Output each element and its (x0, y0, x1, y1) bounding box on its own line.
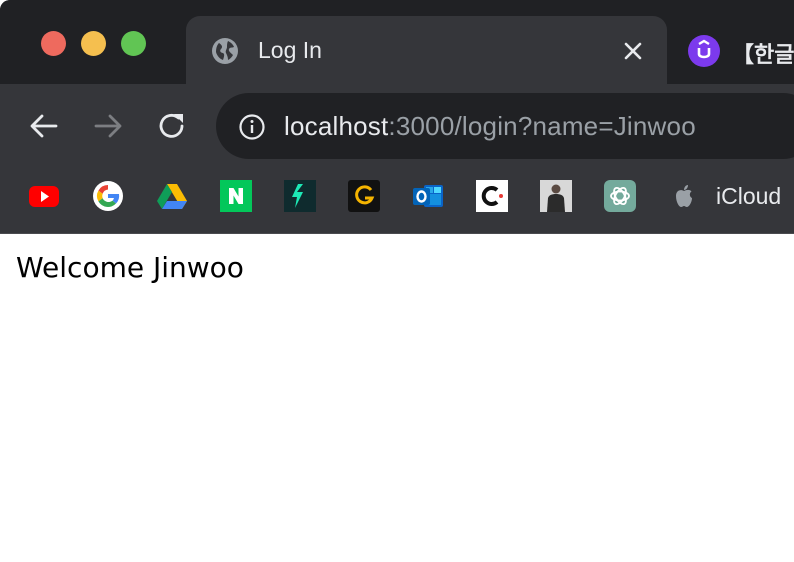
tab-title: Log In (258, 37, 322, 63)
close-tab-icon[interactable] (620, 38, 646, 64)
outlook-icon[interactable] (412, 180, 444, 212)
reload-icon[interactable] (152, 106, 192, 146)
google-icon[interactable] (92, 180, 124, 212)
c-app-icon[interactable] (476, 180, 508, 212)
tab-login[interactable]: Log In (186, 16, 667, 84)
tab-title: 【한글자 (732, 42, 794, 67)
tab-udemy[interactable]: 【한글자 (672, 16, 794, 84)
tab-strip: Log In 【한글자 (0, 0, 794, 84)
profile-photo-icon[interactable] (540, 180, 572, 212)
udemy-icon (688, 35, 720, 67)
forward-arrow-icon[interactable] (88, 106, 128, 146)
g-app-icon[interactable] (348, 180, 380, 212)
welcome-heading: Welcome Jinwoo (16, 251, 244, 284)
url-text[interactable]: localhost:3000/login?name=Jinwoo (284, 111, 696, 142)
window-close-button[interactable] (41, 31, 66, 56)
youtube-icon[interactable] (28, 180, 60, 212)
back-arrow-icon[interactable] (24, 106, 64, 146)
browser-chrome: Log In 【한글자 (0, 0, 794, 234)
toolbar: localhost:3000/login?name=Jinwoo (0, 84, 794, 168)
window-minimize-button[interactable] (81, 31, 106, 56)
google-drive-icon[interactable] (156, 180, 188, 212)
naver-icon[interactable] (220, 180, 252, 212)
apple-icon[interactable] (668, 180, 700, 212)
globe-icon (212, 38, 238, 64)
url-path: :3000/login?name=Jinwoo (388, 111, 696, 141)
page-content: Welcome Jinwoo (0, 234, 794, 562)
chatgpt-icon[interactable] (604, 180, 636, 212)
bookmark-icloud-label[interactable]: iCloud (716, 183, 781, 210)
info-icon[interactable] (237, 112, 267, 142)
address-bar[interactable]: localhost:3000/login?name=Jinwoo (216, 93, 794, 159)
bookmarks-bar: iCloud (0, 168, 794, 234)
window-zoom-button[interactable] (121, 31, 146, 56)
url-host: localhost (284, 111, 389, 141)
deepl-icon[interactable] (284, 180, 316, 212)
